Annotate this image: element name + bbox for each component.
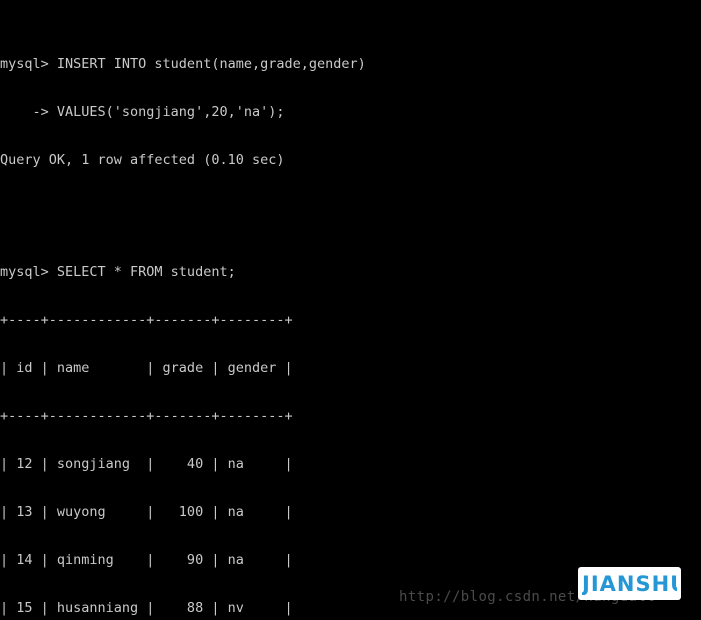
terminal-line-blank-1: [0, 200, 701, 216]
terminal-line-insert-command-2: -> VALUES('songjiang',20,'na');: [0, 104, 285, 120]
table-row: | 13 | wuyong | 100 | na |: [0, 504, 293, 520]
table-row: | 14 | qinming | 90 | na |: [0, 552, 293, 568]
table-student-header-row: | id | name | grade | gender |: [0, 360, 293, 376]
table-student-top-border: +----+------------+-------+--------+: [0, 312, 293, 328]
terminal-line-insert-command-1: mysql> INSERT INTO student(name,grade,ge…: [0, 56, 366, 72]
brand-logo-icon: JIANSHU: [582, 573, 677, 595]
logo-badge: JIANSHU: [578, 567, 681, 600]
terminal-line-insert-result: Query OK, 1 row affected (0.10 sec): [0, 152, 285, 168]
table-student-header-separator: +----+------------+-------+--------+: [0, 408, 293, 424]
table-row: | 12 | songjiang | 40 | na |: [0, 456, 293, 472]
terminal-line-select-all-command: mysql> SELECT * FROM student;: [0, 264, 236, 280]
mysql-terminal-window[interactable]: mysql> INSERT INTO student(name,grade,ge…: [0, 0, 701, 620]
console-output: mysql> INSERT INTO student(name,grade,ge…: [0, 8, 701, 620]
